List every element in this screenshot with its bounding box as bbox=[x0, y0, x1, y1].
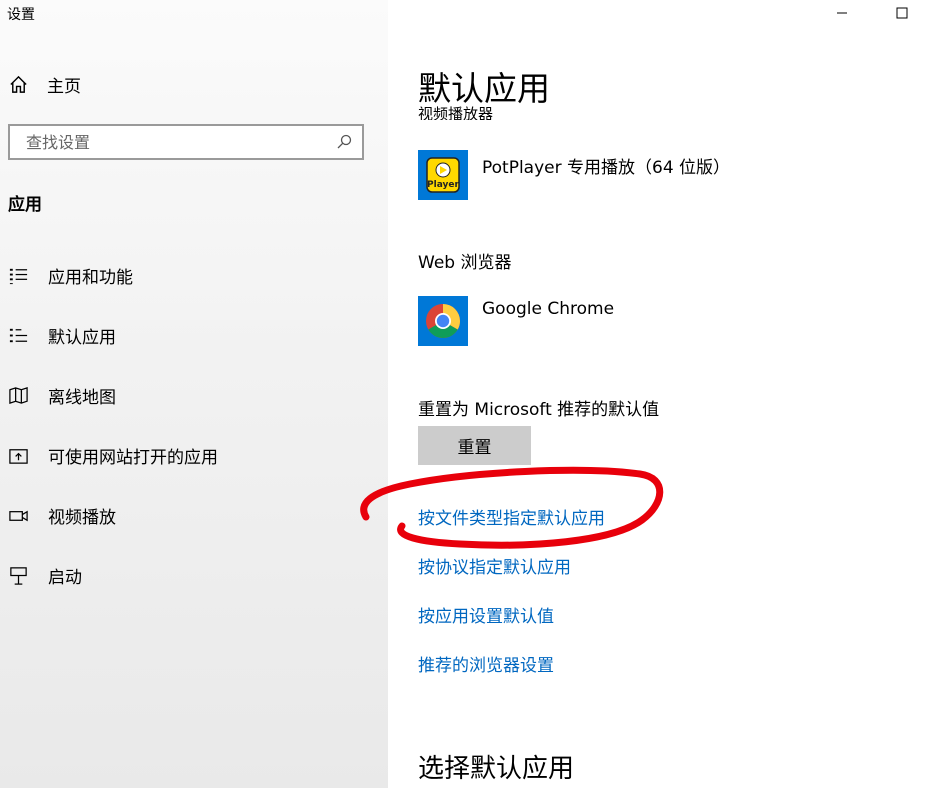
chrome-icon bbox=[418, 296, 468, 346]
sidebar-item-label: 应用和功能 bbox=[48, 268, 133, 288]
sidebar: 设置 主页 应用 应用和功能 默认应用 bbox=[0, 0, 388, 788]
web-browser-label: Web 浏览器 bbox=[418, 253, 512, 273]
sidebar-item-offline-maps[interactable]: 离线地图 bbox=[8, 383, 116, 408]
video-player-group-label: 视频播放器 bbox=[418, 105, 494, 120]
sidebar-item-apps-for-websites[interactable]: 可使用网站打开的应用 bbox=[8, 443, 218, 468]
web-browser-app-name: Google Chrome bbox=[482, 299, 615, 319]
page-title: 默认应用 bbox=[418, 69, 550, 108]
potplayer-icon: Player bbox=[418, 150, 468, 200]
video-player-default-app[interactable]: Player PotPlayer 专用播放（64 位版） bbox=[418, 150, 730, 200]
apps-for-websites-icon bbox=[9, 449, 28, 464]
section-title: 应用 bbox=[8, 195, 42, 215]
home-label: 主页 bbox=[47, 77, 81, 97]
window-title: 设置 bbox=[7, 7, 35, 23]
sidebar-item-startup[interactable]: 启动 bbox=[8, 563, 82, 588]
home-icon bbox=[10, 75, 27, 93]
sidebar-item-label: 离线地图 bbox=[48, 388, 116, 408]
minimize-button[interactable] bbox=[831, 4, 853, 22]
sidebar-item-label: 启动 bbox=[48, 568, 82, 588]
video-player-app-name: PotPlayer 专用播放（64 位版） bbox=[482, 158, 731, 178]
sidebar-item-label: 视频播放 bbox=[48, 508, 116, 528]
maximize-icon bbox=[896, 7, 908, 19]
search-icon[interactable] bbox=[336, 134, 352, 150]
choose-default-apps-title: 选择默认应用 bbox=[418, 754, 575, 784]
default-apps-icon bbox=[9, 328, 28, 343]
sidebar-item-label: 可使用网站打开的应用 bbox=[48, 448, 218, 468]
window-controls bbox=[831, 4, 913, 22]
sidebar-item-apps-features[interactable]: 应用和功能 bbox=[8, 263, 133, 288]
apps-features-icon bbox=[9, 268, 28, 285]
sidebar-item-video-playback[interactable]: 视频播放 bbox=[8, 503, 116, 528]
minimize-icon bbox=[837, 12, 847, 14]
startup-icon bbox=[10, 567, 27, 585]
video-playback-icon bbox=[9, 510, 28, 522]
offline-maps-icon bbox=[9, 387, 28, 404]
link-browser-settings[interactable]: 推荐的浏览器设置 bbox=[418, 651, 554, 676]
reset-button[interactable]: 重置 bbox=[418, 426, 531, 465]
link-by-app[interactable]: 按应用设置默认值 bbox=[418, 602, 554, 627]
sidebar-home[interactable]: 主页 bbox=[8, 72, 81, 97]
svg-text:Player: Player bbox=[427, 180, 459, 190]
sidebar-item-default-apps[interactable]: 默认应用 bbox=[8, 323, 116, 348]
web-browser-default-app[interactable]: Google Chrome bbox=[418, 296, 614, 346]
search-box[interactable] bbox=[8, 124, 364, 160]
reset-label: 重置为 Microsoft 推荐的默认值 bbox=[418, 400, 660, 420]
red-circle-annotation bbox=[360, 466, 664, 549]
sidebar-item-label: 默认应用 bbox=[48, 328, 116, 348]
search-input[interactable] bbox=[24, 131, 308, 153]
maximize-button[interactable] bbox=[891, 4, 913, 22]
link-by-protocol[interactable]: 按协议指定默认应用 bbox=[418, 553, 571, 578]
